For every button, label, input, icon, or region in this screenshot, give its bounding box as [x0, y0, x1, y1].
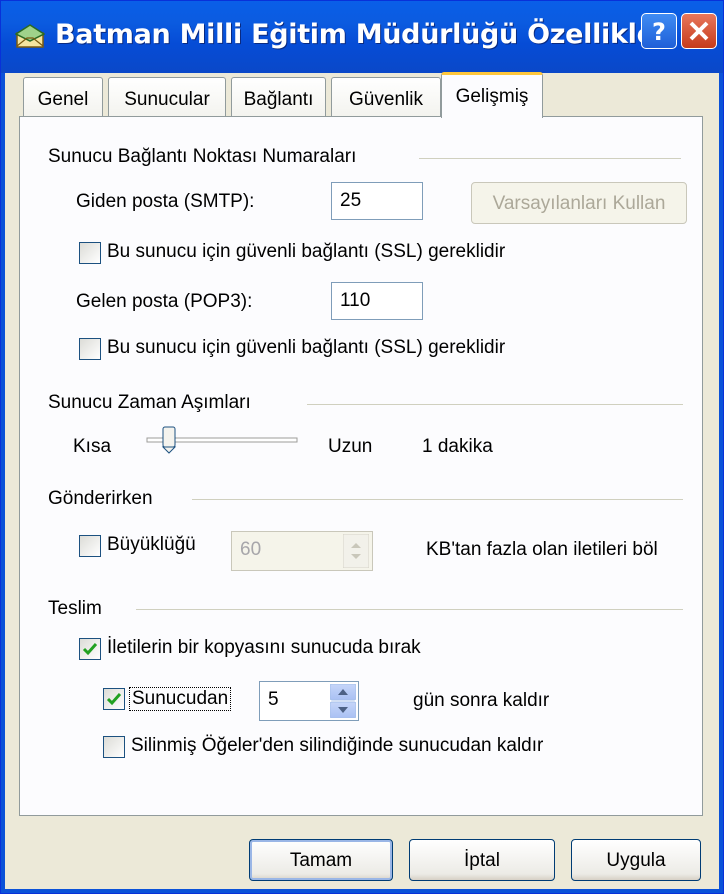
sending-group-divider: [192, 499, 683, 500]
delivery-group-divider: [136, 609, 683, 610]
use-defaults-button[interactable]: Varsayılanları Kullan: [471, 182, 687, 224]
leave-copy-checkbox[interactable]: [79, 638, 101, 660]
checkmark-icon: [82, 643, 98, 656]
split-size-spinner[interactable]: [343, 534, 369, 568]
timeout-short-label: Kısa: [73, 436, 112, 457]
split-messages-label: Büyüklüğü: [107, 534, 196, 555]
timeout-value-label: 1 dakika: [422, 436, 493, 457]
split-messages-checkbox[interactable]: [79, 535, 101, 557]
remove-deleted-label: Silinmiş Öğeler'den silindiğinde sunucud…: [131, 735, 544, 756]
remove-after-checkbox[interactable]: [103, 688, 125, 710]
smtp-label: Giden posta (SMTP):: [76, 191, 255, 212]
timeouts-group-divider: [307, 404, 683, 405]
panel-content: Sunucu Bağlantı Noktası Numaraları Giden…: [1, 1, 723, 893]
properties-dialog: Batman Milli Eğitim Müdürlüğü Özellikler…: [0, 0, 724, 894]
pop3-label: Gelen posta (POP3):: [76, 291, 253, 312]
pop3-port-input[interactable]: 110: [331, 282, 423, 320]
remove-deleted-checkbox[interactable]: [103, 736, 125, 758]
smtp-ssl-checkbox[interactable]: [79, 242, 101, 264]
remove-after-suffix: gün sonra kaldır: [413, 690, 550, 711]
ports-group-label: Sunucu Bağlantı Noktası Numaraları: [48, 146, 357, 167]
timeout-slider[interactable]: [143, 425, 303, 455]
remove-after-spinner[interactable]: [330, 684, 356, 718]
pop3-ssl-label: Bu sunucu için güvenli bağlantı (SSL) ge…: [107, 337, 506, 358]
sending-group-label: Gönderirken: [48, 488, 153, 509]
remove-after-label: Sunucudan: [129, 687, 232, 711]
cancel-button[interactable]: İptal: [409, 839, 555, 881]
pop3-ssl-checkbox[interactable]: [79, 338, 101, 360]
checkmark-icon: [106, 693, 122, 706]
smtp-ssl-label: Bu sunucu için güvenli bağlantı (SSL) ge…: [107, 241, 506, 262]
smtp-port-input[interactable]: 25: [331, 182, 423, 220]
ports-group-divider: [419, 158, 681, 159]
timeouts-group-label: Sunucu Zaman Aşımları: [48, 392, 251, 413]
leave-copy-label: İletilerin bir kopyasını sunucuda bırak: [107, 637, 421, 658]
ok-button[interactable]: Tamam: [249, 839, 393, 881]
split-size-suffix: KB'tan fazla olan iletileri böl: [426, 539, 658, 560]
apply-button[interactable]: Uygula: [571, 839, 701, 881]
delivery-group-label: Teslim: [48, 598, 102, 619]
slider-thumb[interactable]: [161, 426, 177, 454]
timeout-long-label: Uzun: [328, 436, 373, 457]
